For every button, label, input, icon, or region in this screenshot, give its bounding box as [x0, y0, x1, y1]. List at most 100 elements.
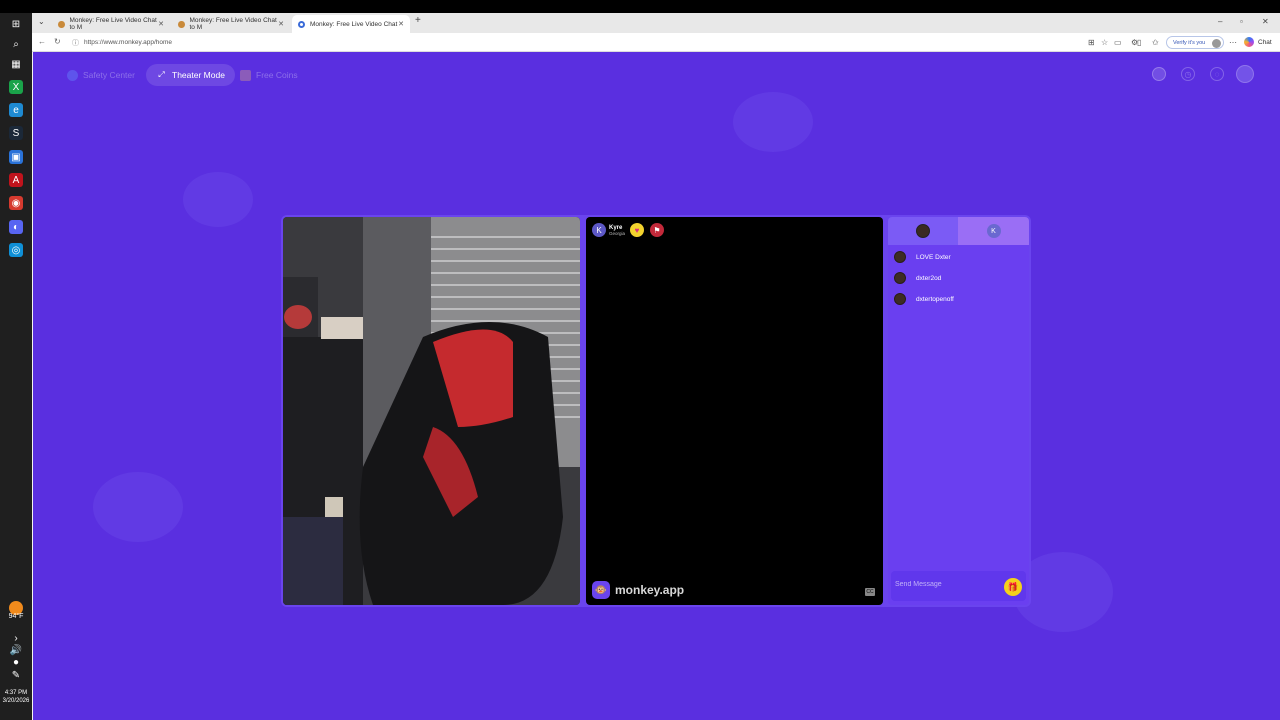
edge-icon[interactable]: e	[9, 103, 23, 117]
chrome-icon[interactable]: ◉	[9, 196, 23, 210]
address-bar: ← ↻ ⓘ https://www.monkey.app/home ⊞ ☆ ▭ …	[32, 33, 1280, 52]
store-icon[interactable]: ▣	[9, 150, 23, 164]
media-icon[interactable]: ▭	[1114, 38, 1122, 47]
chat-tab-self[interactable]	[888, 217, 958, 245]
chat-tabs: K	[888, 217, 1029, 245]
loading-favicon-icon	[298, 20, 305, 28]
chat-message: dxtertopenoff	[894, 293, 954, 305]
send-message-input[interactable]	[895, 578, 995, 590]
verify-label: Verify it's you	[1173, 39, 1206, 46]
task-view-icon[interactable]: ▦	[9, 57, 23, 71]
minimize-icon[interactable]: –	[1218, 17, 1222, 26]
peer-info[interactable]: K Kyre Georgia ♥ ⚑	[592, 223, 665, 237]
peer-text: Kyre Georgia	[609, 225, 625, 236]
url-field[interactable]: ⓘ https://www.monkey.app/home	[72, 35, 1072, 50]
chat-message: dxter2od	[894, 272, 941, 284]
free-coins-button[interactable]: Free Coins	[230, 64, 308, 86]
discord-icon[interactable]: ◐	[9, 220, 23, 234]
coins-icon	[240, 69, 251, 81]
coin-balance-icon[interactable]	[1152, 67, 1166, 81]
profile-avatar	[1212, 38, 1222, 48]
message-avatar	[894, 293, 906, 305]
favorites-icon[interactable]: ✩	[1152, 38, 1159, 47]
close-window-icon[interactable]: ✕	[1262, 17, 1269, 26]
expand-icon: ⤢	[158, 70, 165, 79]
chat-panel: K LOVE Dxter dxter2od dxtertopenoff Send…	[888, 217, 1029, 605]
url-text: https://www.monkey.app/home	[84, 39, 173, 46]
adobe-icon[interactable]: A	[9, 173, 23, 187]
close-tab-icon[interactable]: ✕	[278, 20, 284, 28]
browser-tab-1[interactable]: Monkey: Free Live Video Chat to M ✕	[52, 15, 170, 33]
messages-icon[interactable]: ◌	[1210, 67, 1224, 81]
monkey-brand: 🐵 monkey.app	[592, 581, 684, 599]
browser-icon[interactable]: ◎	[9, 243, 23, 257]
restore-icon[interactable]: ▫	[1240, 17, 1243, 26]
chat-message: LOVE Dxter	[894, 251, 951, 263]
gift-icon[interactable]: 🎁	[1004, 578, 1022, 596]
screen-top-bar	[0, 0, 1280, 13]
monkey-page: Safety Center ⤢ Theater Mode Free Coins …	[33, 52, 1280, 720]
clock-time: 4:37 PM	[4, 690, 28, 696]
theater-mode-label: Theater Mode	[172, 70, 225, 80]
user-avatar[interactable]	[1236, 65, 1254, 83]
remote-camera-feed: K Kyre Georgia ♥ ⚑ 🐵 monkey.app CC	[586, 217, 883, 605]
message-text: LOVE Dxter	[916, 253, 951, 261]
monkey-logo-icon: 🐵	[592, 581, 610, 599]
copilot-icon	[1244, 37, 1254, 47]
self-avatar	[916, 224, 930, 238]
report-badge-icon[interactable]: ⚑	[650, 223, 665, 237]
favorite-star-icon[interactable]: ☆	[1101, 38, 1108, 47]
message-avatar	[894, 251, 906, 263]
history-icon[interactable]: ◷	[1181, 67, 1195, 81]
copilot-chat-button[interactable]: Chat	[1244, 37, 1272, 47]
xbox-icon[interactable]: X	[9, 80, 23, 94]
mic-icon[interactable]: ●	[9, 655, 23, 669]
steam-icon[interactable]: S	[9, 126, 23, 140]
peer-chat-avatar: K	[986, 224, 1001, 238]
message-avatar	[894, 272, 906, 284]
tab-title: Monkey: Free Live Video Chat to M	[189, 17, 277, 31]
message-text: dxtertopenoff	[916, 295, 954, 303]
peer-avatar: K	[592, 223, 606, 237]
peer-location: Georgia	[609, 230, 626, 236]
taskbar-clock[interactable]: 4:37 PM 3/20/2026	[0, 689, 32, 705]
lock-icon: ⓘ	[72, 40, 79, 47]
room-scene-image	[283, 217, 580, 605]
tab-title: Monkey: Free Live Video Chat	[310, 20, 398, 28]
browser-tab-3[interactable]: Monkey: Free Live Video Chat ✕	[292, 15, 410, 33]
tab-list-icon[interactable]: ⌄	[38, 17, 45, 26]
new-tab-icon[interactable]: +	[415, 15, 421, 26]
verify-profile-button[interactable]: Verify it's you	[1166, 36, 1225, 49]
shield-icon	[67, 69, 78, 81]
more-icon[interactable]: ⋯	[1229, 38, 1237, 47]
monkey-favicon-icon	[58, 20, 65, 28]
theater-mode-button[interactable]: ⤢ Theater Mode	[146, 64, 235, 86]
tab-strip: ⌄ Monkey: Free Live Video Chat to M ✕ Mo…	[32, 13, 1280, 33]
close-tab-icon[interactable]: ✕	[158, 20, 164, 28]
split-screen-icon[interactable]: ▯	[1137, 38, 1141, 47]
captions-icon[interactable]: CC	[865, 588, 875, 596]
back-icon[interactable]: ←	[38, 37, 46, 46]
chat-label: Chat	[1258, 38, 1272, 46]
message-composer: 🎁	[891, 571, 1026, 601]
background-pattern	[183, 172, 253, 227]
brand-name: monkey.app	[615, 583, 685, 597]
windows-start-icon[interactable]: ⊞	[9, 17, 23, 31]
search-icon[interactable]: ⌕	[9, 37, 23, 51]
apps-icon[interactable]: ⊞	[1088, 38, 1095, 47]
browser-tab-2[interactable]: Monkey: Free Live Video Chat to M ✕	[172, 15, 290, 33]
tab-title: Monkey: Free Live Video Chat to M	[69, 17, 157, 31]
weather-temperature: 94°F	[8, 613, 24, 620]
taskbar: ⊞ ⌕ ▦ X e S ▣ A ◉ ◐ ◎ 94°F › 🔊 ● ✎ 4:37 …	[0, 13, 32, 720]
local-camera-feed	[283, 217, 580, 605]
pen-icon[interactable]: ✎	[9, 668, 23, 682]
heart-badge-icon[interactable]: ♥	[630, 223, 645, 237]
message-text: dxter2od	[916, 274, 942, 282]
refresh-icon[interactable]: ↻	[54, 37, 61, 46]
clock-date: 3/20/2026	[2, 698, 30, 704]
chat-tab-peer[interactable]: K	[958, 217, 1029, 245]
free-coins-label: Free Coins	[256, 70, 298, 80]
safety-center-button[interactable]: Safety Center	[57, 64, 145, 86]
close-tab-icon[interactable]: ✕	[398, 20, 404, 28]
background-pattern	[733, 92, 813, 152]
